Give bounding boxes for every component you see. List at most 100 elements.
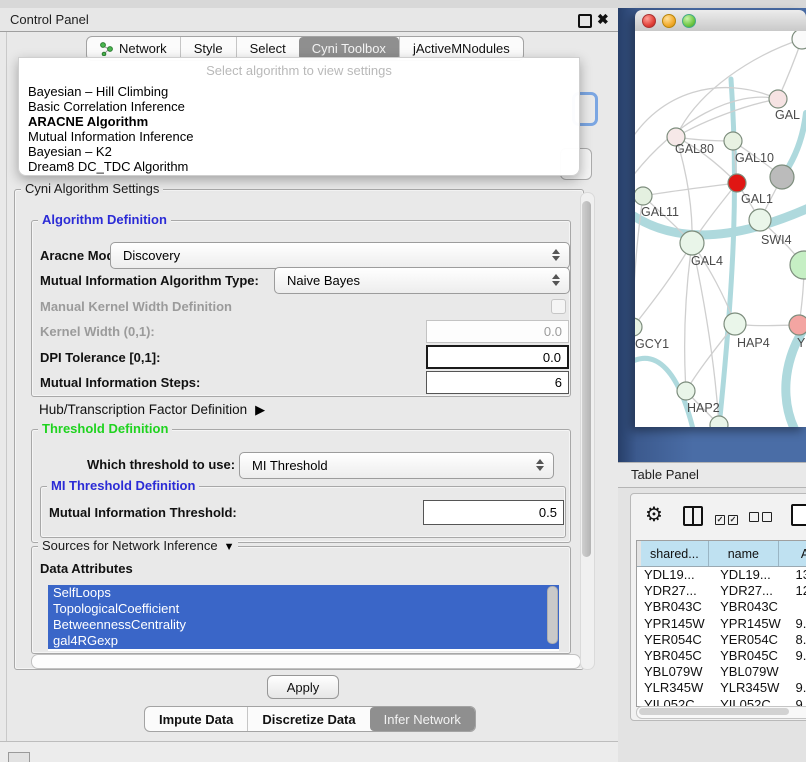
network-node[interactable] xyxy=(724,313,746,335)
table-cell[interactable]: YDR27... xyxy=(637,583,714,599)
sources-title[interactable]: Sources for Network Inference▼ xyxy=(38,538,238,553)
dropdown-item[interactable]: Bayesian – K2 xyxy=(19,144,579,159)
network-edge[interactable] xyxy=(692,243,719,425)
table-cell[interactable]: YER054C xyxy=(637,632,714,648)
network-node[interactable] xyxy=(728,174,746,192)
mi-threshold-field[interactable] xyxy=(423,500,564,525)
list-scrollbar[interactable] xyxy=(547,586,558,644)
table-cell[interactable]: YDL19... xyxy=(714,567,787,583)
apply-button[interactable]: Apply xyxy=(267,675,339,699)
which-threshold-combo[interactable]: MI Threshold xyxy=(239,452,554,479)
mi-type-combo[interactable]: Naive Bayes xyxy=(274,267,570,294)
settings-vertical-scrollbar[interactable] xyxy=(580,192,595,670)
data-attributes-list: SelfLoops TopologicalCoefficient Between… xyxy=(48,585,559,651)
table-horizontal-scrollbar[interactable] xyxy=(636,706,806,719)
dropdown-item[interactable]: Basic Correlation Inference xyxy=(19,99,579,114)
table-cell[interactable]: 9. xyxy=(788,648,806,664)
network-canvas[interactable]: GALGAL80GAL10GAL1GAL11SWI4GAL4GCY1HAP4YH… xyxy=(635,31,806,427)
dropdown-item[interactable]: Mutual Information Inference xyxy=(19,129,579,144)
network-node[interactable] xyxy=(749,209,771,231)
collapsed-panel-icon[interactable] xyxy=(8,752,30,762)
dropdown-item-aracne[interactable]: ARACNE Algorithm xyxy=(19,114,579,129)
table-cell[interactable]: YDL19... xyxy=(637,567,714,583)
table-cell[interactable]: YPR145W xyxy=(714,616,787,632)
table-cell[interactable]: 12 xyxy=(788,583,806,599)
unchecked-pair-icon[interactable] xyxy=(749,510,775,525)
column-header-name[interactable]: name xyxy=(709,541,779,566)
table-cell[interactable]: YPR145W xyxy=(637,616,714,632)
network-window-titlebar[interactable] xyxy=(635,10,806,32)
table-cell[interactable]: YBR043C xyxy=(714,599,787,615)
table-cell[interactable]: YLR345W xyxy=(637,680,714,696)
list-item-betweennesscentrality[interactable]: BetweennessCentrality xyxy=(48,617,559,633)
network-node[interactable] xyxy=(635,187,652,205)
network-edge[interactable] xyxy=(635,97,778,181)
network-node[interactable] xyxy=(680,231,704,255)
table-cell[interactable]: YLR345W xyxy=(714,680,787,696)
tab-infer-network[interactable]: Infer Network xyxy=(370,707,475,731)
table-row[interactable]: YBL079WYBL079W xyxy=(637,664,806,680)
dropdown-item[interactable]: Bayesian – Hill Climbing xyxy=(19,84,579,99)
table-cell[interactable]: YBL079W xyxy=(637,664,714,680)
scrollbar-thumb[interactable] xyxy=(639,708,789,715)
table-cell[interactable]: YBR045C xyxy=(637,648,714,664)
close-traffic-light-icon[interactable] xyxy=(642,14,656,28)
table-cell[interactable]: 8. xyxy=(788,632,806,648)
network-edge[interactable] xyxy=(719,79,735,427)
hub-definition-expander[interactable]: Hub/Transcription Factor Definition▶ xyxy=(39,402,265,418)
network-node[interactable] xyxy=(769,90,787,108)
kernel-width-field[interactable] xyxy=(426,320,569,343)
network-node[interactable] xyxy=(770,165,794,189)
network-edge[interactable] xyxy=(676,99,778,137)
manual-kernel-checkbox[interactable] xyxy=(551,299,566,314)
zoom-traffic-light-icon[interactable] xyxy=(682,14,696,28)
network-node[interactable] xyxy=(635,318,642,336)
network-edge[interactable] xyxy=(635,243,692,327)
list-item-gal4rgexp[interactable]: gal4RGexp xyxy=(48,633,559,649)
table-row[interactable]: YER054CYER054C8. xyxy=(637,632,806,648)
network-node[interactable] xyxy=(790,251,806,279)
mi-steps-field[interactable] xyxy=(426,371,569,394)
dropdown-item[interactable]: Dream8 DC_TDC Algorithm xyxy=(19,159,579,174)
network-node[interactable] xyxy=(792,31,806,49)
tab-discretize-data[interactable]: Discretize Data xyxy=(247,707,369,731)
table-cell[interactable]: 9. xyxy=(788,616,806,632)
aracne-mode-combo[interactable]: Discovery xyxy=(110,242,570,269)
minimize-traffic-light-icon[interactable] xyxy=(662,14,676,28)
table-cell[interactable]: YBR045C xyxy=(714,648,787,664)
table-row[interactable]: YPR145WYPR145W9. xyxy=(637,616,806,632)
table-cell[interactable] xyxy=(788,664,806,680)
dpi-tolerance-field[interactable] xyxy=(426,345,569,369)
float-window-icon[interactable] xyxy=(578,14,592,28)
table-cell[interactable]: YBL079W xyxy=(714,664,787,680)
document-icon[interactable] xyxy=(791,504,806,526)
network-node-label: GAL xyxy=(775,108,800,122)
table-cell[interactable]: 9. xyxy=(788,680,806,696)
table-cell[interactable]: YBR043C xyxy=(637,599,714,615)
gear-icon[interactable]: ⚙ xyxy=(645,502,663,527)
list-item-selfloops[interactable]: SelfLoops xyxy=(48,585,559,601)
table-cell[interactable]: 13 xyxy=(788,567,806,583)
table-row[interactable]: YBR043CYBR043C xyxy=(637,599,806,615)
network-node[interactable] xyxy=(724,132,742,150)
close-icon[interactable]: ✖ xyxy=(597,11,609,28)
column-header-cut[interactable]: A xyxy=(779,541,806,566)
table-row[interactable]: YBR045CYBR045C9. xyxy=(637,648,806,664)
tab-impute-data[interactable]: Impute Data xyxy=(145,707,247,731)
scrollbar-thumb[interactable] xyxy=(582,201,591,557)
network-node[interactable] xyxy=(789,315,806,335)
network-edge[interactable] xyxy=(643,183,737,196)
network-node[interactable] xyxy=(677,382,695,400)
table-row[interactable]: YDL19...YDL19...13 xyxy=(637,567,806,583)
column-header-shared[interactable]: shared... xyxy=(641,541,709,566)
table-row[interactable]: YLR345WYLR345W9. xyxy=(637,680,806,696)
desktop-background: GALGAL80GAL10GAL1GAL11SWI4GAL4GCY1HAP4YH… xyxy=(618,8,806,462)
table-cell[interactable] xyxy=(788,599,806,615)
checked-pair-icon[interactable]: ✓✓ xyxy=(715,510,741,525)
table-cell[interactable]: YDR27... xyxy=(714,583,787,599)
split-column-icon[interactable] xyxy=(683,506,703,526)
horizontal-scrollbar[interactable] xyxy=(31,654,581,669)
table-cell[interactable]: YER054C xyxy=(714,632,787,648)
list-item-topologicalcoefficient[interactable]: TopologicalCoefficient xyxy=(48,601,559,617)
table-row[interactable]: YDR27...YDR27...12 xyxy=(637,583,806,599)
